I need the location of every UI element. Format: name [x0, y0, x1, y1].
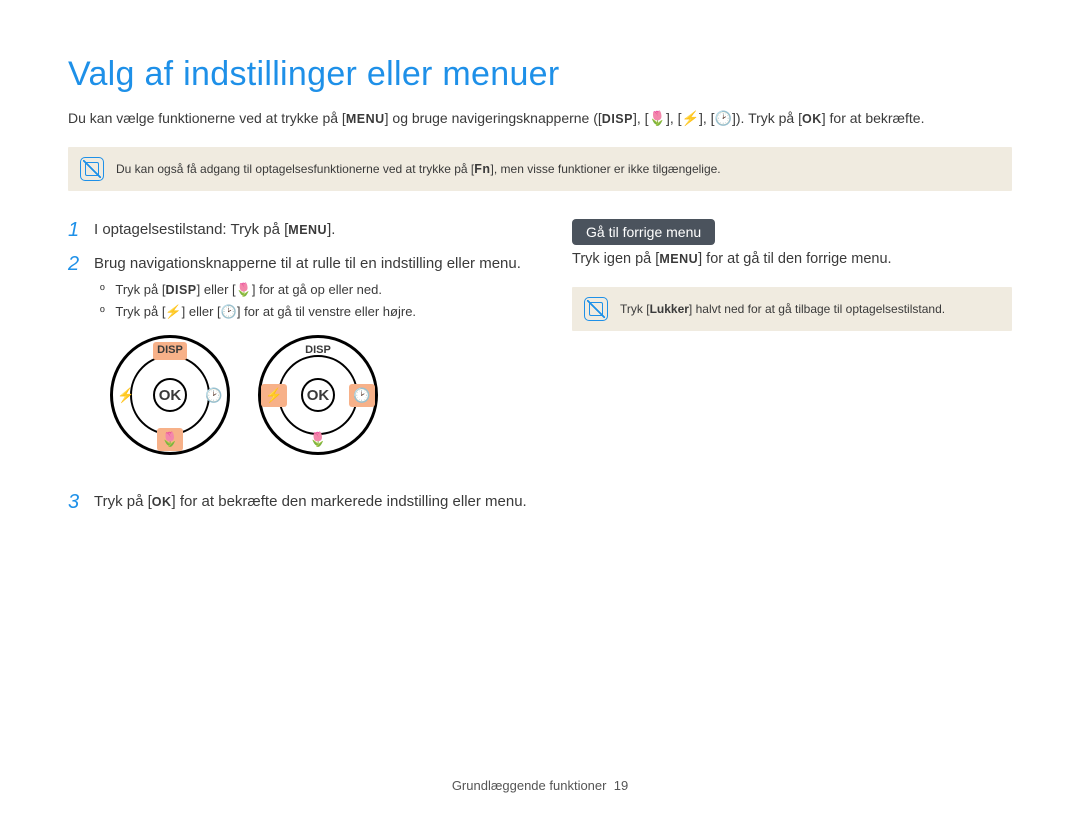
steps-list: 1 I optagelsestilstand: Tryk på [MENU]. … [68, 219, 530, 513]
step-2: 2 Brug navigationsknapperne til at rulle… [68, 253, 530, 479]
timer-icon: 🕑 [715, 110, 732, 126]
step-2-bullet-1: Tryk på [DISP] eller [🌷] for at gå op el… [100, 281, 521, 300]
step-2-bullet-2: Tryk på [⚡] eller [🕑] for at gå til vens… [100, 303, 521, 322]
dial-disp-button: DISP [305, 343, 331, 359]
ok-icon: OK [152, 495, 172, 509]
menu-icon: MENU [346, 112, 385, 126]
ok-icon: OK [802, 112, 822, 126]
note-icon [80, 157, 104, 181]
note-icon [584, 297, 608, 321]
step-3: 3 Tryk på [OK] for at bekræfte den marke… [68, 491, 530, 513]
dial-flash-button: ⚡ [117, 385, 134, 405]
page-footer: Grundlæggende funktioner 19 [0, 778, 1080, 793]
menu-icon: MENU [659, 252, 698, 266]
macro-icon: 🌷 [236, 282, 252, 297]
dial-flash-button: ⚡ [261, 384, 286, 406]
note-text: Tryk [Lukker] halvt ned for at gå tilbag… [620, 302, 945, 316]
intro-text: Du kan vælge funktionerne ved at trykke … [68, 108, 1012, 129]
disp-icon: DISP [165, 283, 196, 297]
flash-icon: ⚡ [680, 108, 700, 129]
previous-menu-text: Tryk igen på [MENU] for at gå til den fo… [572, 251, 1012, 267]
shutter-label: Lukker [650, 302, 689, 316]
dial-timer-button: 🕑 [349, 384, 374, 406]
previous-menu-heading: Gå til forrige menu [572, 219, 715, 245]
dial-horizontal: DISP ⚡ OK 🕑 🌷 [256, 333, 380, 457]
flash-icon: ⚡ [164, 303, 183, 322]
step-1: 1 I optagelsestilstand: Tryk på [MENU]. [68, 219, 530, 241]
note-text: Du kan også få adgang til optagelsesfunk… [116, 162, 721, 176]
dial-macro-button: 🌷 [309, 429, 326, 449]
page-number: 19 [614, 778, 628, 793]
note-box-main: Du kan også få adgang til optagelsesfunk… [68, 147, 1012, 191]
dial-macro-button: 🌷 [157, 428, 182, 450]
fn-icon: Fn [474, 162, 490, 176]
dial-illustrations: DISP ⚡ OK 🕑 🌷 DISP ⚡ OK 🕑 [108, 333, 521, 457]
macro-icon: 🌷 [649, 110, 666, 126]
menu-icon: MENU [288, 223, 327, 237]
dial-disp-button: DISP [153, 342, 187, 360]
timer-icon: 🕑 [221, 304, 237, 319]
dial-vertical: DISP ⚡ OK 🕑 🌷 [108, 333, 232, 457]
disp-icon: DISP [602, 112, 633, 126]
dial-timer-button: 🕑 [205, 385, 222, 405]
note-box-shutter: Tryk [Lukker] halvt ned for at gå tilbag… [572, 287, 1012, 331]
page-title: Valg af indstillinger eller menuer [68, 55, 1012, 94]
